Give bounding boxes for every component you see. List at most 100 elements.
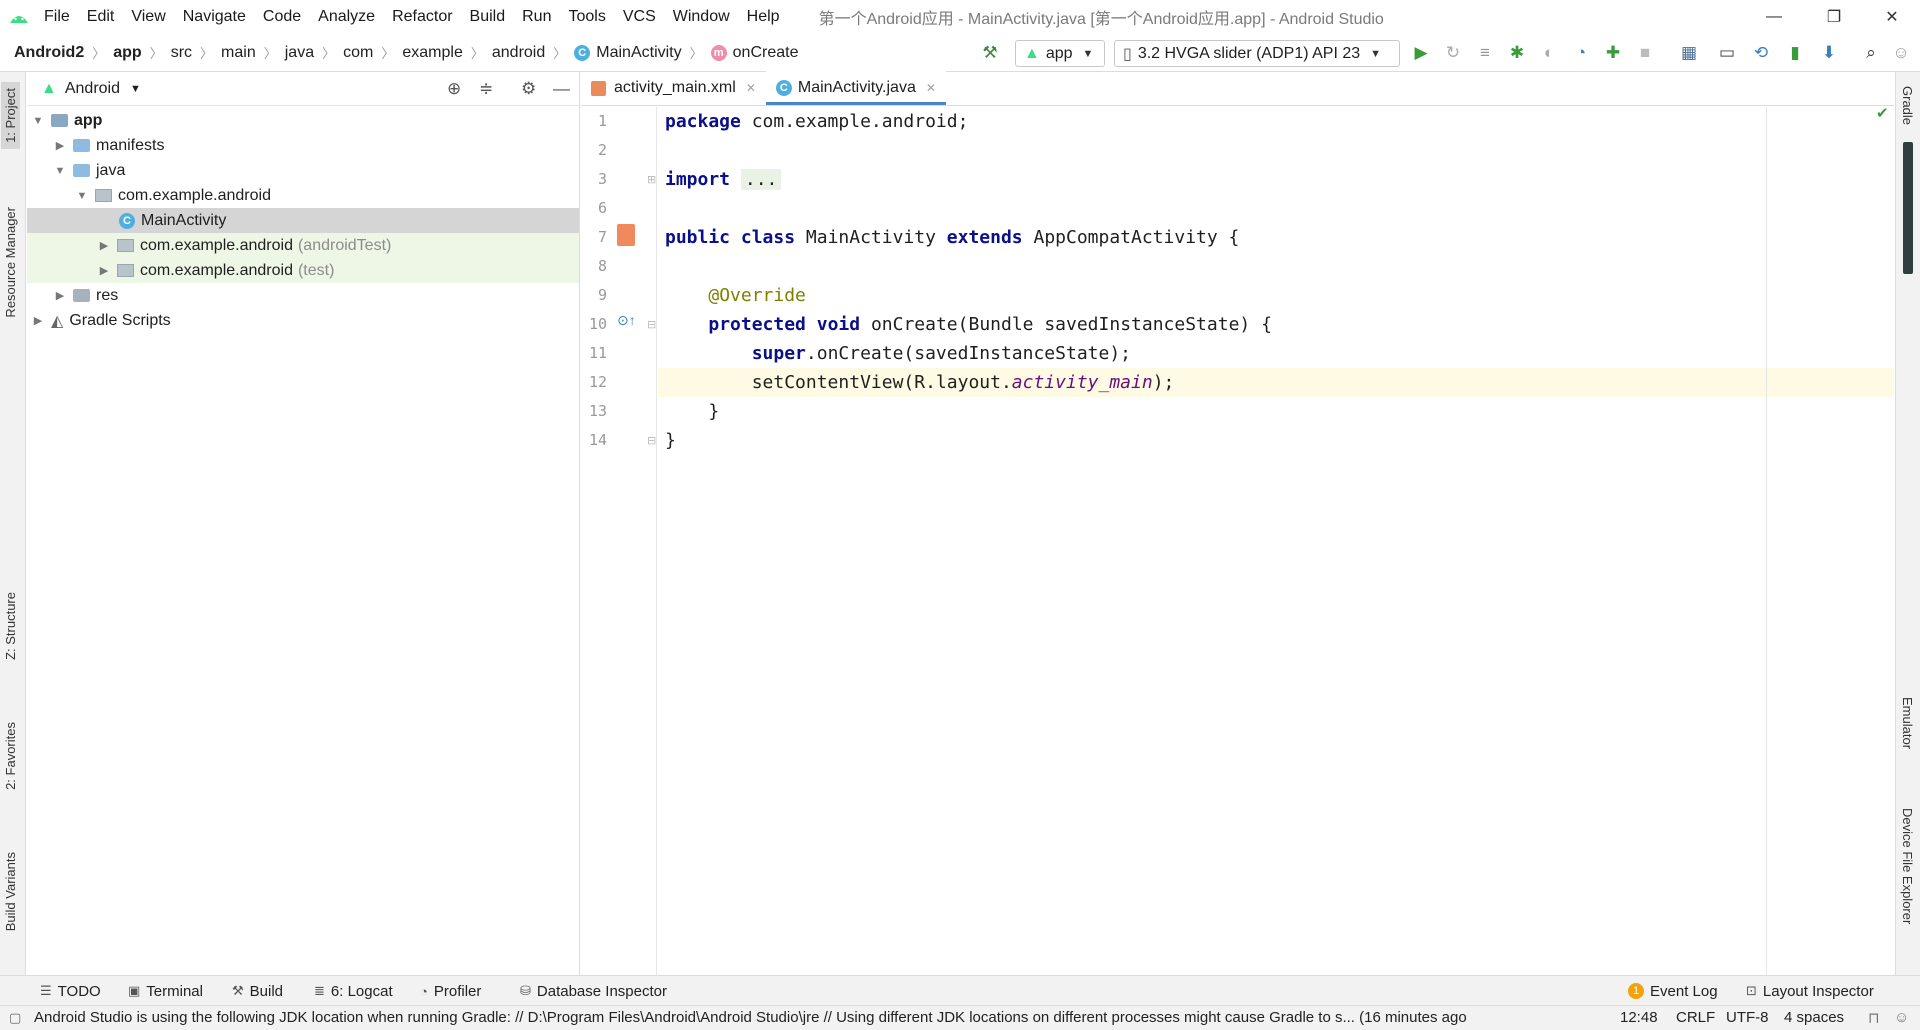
run-icon[interactable]: ▶ xyxy=(1406,34,1436,72)
avd-manager-icon[interactable]: ▭ xyxy=(1712,34,1742,72)
tree-item-gradle-scripts[interactable]: ▶ ◭ Gradle Scripts xyxy=(27,308,579,333)
caret-position[interactable]: 12:48 xyxy=(1620,1009,1658,1026)
tree-item-java[interactable]: ▼ java xyxy=(27,158,579,183)
menu-code[interactable]: Code xyxy=(263,8,301,26)
line-separator[interactable]: CRLF xyxy=(1676,1009,1715,1026)
tree-item-package[interactable]: ▼ com.example.android xyxy=(27,183,579,208)
menu-navigate[interactable]: Navigate xyxy=(183,8,246,26)
hide-panel-icon[interactable]: — xyxy=(553,79,570,99)
tab-favorites[interactable]: 2: Favorites xyxy=(3,722,18,790)
sync-gradle-icon[interactable]: ⟲ xyxy=(1746,34,1776,72)
tab-structure[interactable]: Z: Structure xyxy=(3,592,18,660)
menu-tools[interactable]: Tools xyxy=(568,8,605,26)
line-number: 13 xyxy=(588,402,607,420)
override-marker-icon[interactable]: ⊙↑ xyxy=(617,312,636,329)
tab-emulator[interactable]: Emulator xyxy=(1900,697,1915,749)
attach-debugger-icon[interactable]: ✚ xyxy=(1598,34,1628,72)
locate-icon[interactable]: ⊕ xyxy=(447,79,461,99)
tab-mainactivity-java[interactable]: C MainActivity.java ✕ xyxy=(765,71,946,105)
account-icon[interactable]: ☺ xyxy=(1886,34,1916,72)
tree-item-manifests[interactable]: ▶ manifests xyxy=(27,133,579,158)
project-view-select[interactable]: ▲ Android ▼ xyxy=(41,80,141,98)
device-manager-icon[interactable]: ▮ xyxy=(1780,34,1810,72)
tab-build-variants[interactable]: Build Variants xyxy=(3,852,18,931)
breadcrumb-src[interactable]: src 〉 xyxy=(171,43,221,62)
folded-imports[interactable]: ... xyxy=(740,169,782,190)
menu-view[interactable]: View xyxy=(131,8,165,26)
breadcrumb-example[interactable]: example 〉 xyxy=(402,43,492,62)
module-folder-icon xyxy=(51,114,68,127)
menu-vcs[interactable]: VCS xyxy=(623,8,656,26)
tab-activity-main-xml[interactable]: activity_main.xml ✕ xyxy=(581,71,766,105)
close-tab-icon[interactable]: ✕ xyxy=(746,81,756,95)
tree-item-res[interactable]: ▶ res xyxy=(27,283,579,308)
apply-changes-icon[interactable]: ↻ xyxy=(1438,34,1468,72)
indent-setting[interactable]: 4 spaces xyxy=(1784,1009,1844,1026)
search-icon[interactable]: ⌕ xyxy=(1856,34,1886,72)
breadcrumb-java[interactable]: java 〉 xyxy=(285,43,343,62)
tree-item-label: com.example.android xyxy=(140,236,293,254)
run-configuration-select[interactable]: ▲ app ▼ xyxy=(1015,40,1105,67)
tool-database-inspector[interactable]: ⛁ Database Inspector xyxy=(520,976,667,1006)
make-project-hammer-icon[interactable]: ⚒ xyxy=(975,34,1005,72)
menu-refactor[interactable]: Refactor xyxy=(392,8,452,26)
tab-project[interactable]: 1: Project xyxy=(1,82,20,149)
tab-resource-manager[interactable]: Resource Manager xyxy=(3,207,18,318)
code-editor[interactable]: package com.example.android; import ... … xyxy=(658,107,1894,975)
close-window-button[interactable]: ✕ xyxy=(1864,0,1920,34)
debug-icon[interactable]: ✱ xyxy=(1502,34,1532,72)
tree-item-package-test[interactable]: ▶ com.example.android (test) xyxy=(27,258,579,283)
collapse-all-icon[interactable]: ≑ xyxy=(479,79,493,99)
breadcrumb-mainactivity[interactable]: C MainActivity 〉 xyxy=(574,43,710,62)
menu-help[interactable]: Help xyxy=(747,8,780,26)
breadcrumb-com[interactable]: com 〉 xyxy=(343,43,402,62)
tree-item-package-androidtest[interactable]: ▶ com.example.android (androidTest) xyxy=(27,233,579,258)
coverage-icon[interactable]: ◐ xyxy=(1534,34,1564,72)
minimize-button[interactable]: — xyxy=(1746,0,1802,34)
project-structure-icon[interactable]: ▦ xyxy=(1674,34,1704,72)
related-layout-icon[interactable] xyxy=(617,224,635,246)
status-message[interactable]: Android Studio is using the following JD… xyxy=(34,1009,1604,1026)
tool-profiler[interactable]: ◔ Profiler xyxy=(420,976,481,1006)
tree-item-app[interactable]: ▼ app xyxy=(27,108,579,133)
menu-analyze[interactable]: Analyze xyxy=(318,8,375,26)
device-select[interactable]: ▯ 3.2 HVGA slider (ADP1) API 23 ▼ xyxy=(1114,40,1400,67)
fold-icon[interactable]: ⊟ xyxy=(647,318,656,331)
device-icon: ▯ xyxy=(1123,45,1132,63)
menu-edit[interactable]: Edit xyxy=(87,8,115,26)
gear-icon[interactable]: ⚙ xyxy=(521,79,536,99)
no-problems-check-icon[interactable]: ✔ xyxy=(1876,104,1889,122)
tool-terminal[interactable]: ▣ Terminal xyxy=(128,976,203,1006)
menu-build[interactable]: Build xyxy=(470,8,506,26)
breadcrumb-app[interactable]: app 〉 xyxy=(113,43,170,62)
tool-build[interactable]: ⚒ Build xyxy=(232,976,283,1006)
breadcrumb-project[interactable]: Android2 〉 xyxy=(14,43,113,62)
breadcrumb-main[interactable]: main 〉 xyxy=(221,43,285,62)
lock-icon[interactable]: ⊓ xyxy=(1868,1009,1880,1027)
breadcrumb-oncreate[interactable]: m onCreate xyxy=(710,44,798,62)
fold-icon[interactable]: ⊟ xyxy=(647,434,656,447)
stop-icon[interactable]: ■ xyxy=(1630,34,1660,72)
sdk-manager-icon[interactable]: ⬇ xyxy=(1814,34,1844,72)
tool-logcat[interactable]: ≣ 6: Logcat xyxy=(314,976,393,1006)
profile-icon[interactable]: ◔ xyxy=(1566,34,1596,72)
menu-run[interactable]: Run xyxy=(522,8,551,26)
fold-icon[interactable]: ⊞ xyxy=(647,173,656,186)
tool-layout-inspector[interactable]: ⊡ Layout Inspector xyxy=(1746,976,1874,1006)
file-encoding[interactable]: UTF-8 xyxy=(1726,1009,1769,1026)
menu-window[interactable]: Window xyxy=(673,8,730,26)
close-tab-icon[interactable]: ✕ xyxy=(926,81,936,95)
right-margin-guide xyxy=(1766,107,1767,975)
tab-device-file-explorer[interactable]: Device File Explorer xyxy=(1900,808,1915,924)
chevron-down-icon: ▼ xyxy=(1370,47,1382,60)
inspector-icon[interactable]: ☺ xyxy=(1894,1009,1909,1026)
tree-item-mainactivity[interactable]: C MainActivity xyxy=(27,208,579,233)
menu-file[interactable]: File xyxy=(44,8,70,26)
tool-event-log[interactable]: 1 Event Log xyxy=(1628,976,1718,1006)
toggle-tool-windows-icon[interactable]: ▢ xyxy=(9,1010,21,1026)
breadcrumb-android[interactable]: android 〉 xyxy=(492,43,574,62)
tab-gradle[interactable]: Gradle xyxy=(1900,86,1915,125)
restore-button[interactable]: ❐ xyxy=(1806,0,1862,34)
apply-code-changes-icon[interactable]: ≡ xyxy=(1470,34,1500,72)
tool-todo[interactable]: ☰ TODO xyxy=(40,976,101,1006)
